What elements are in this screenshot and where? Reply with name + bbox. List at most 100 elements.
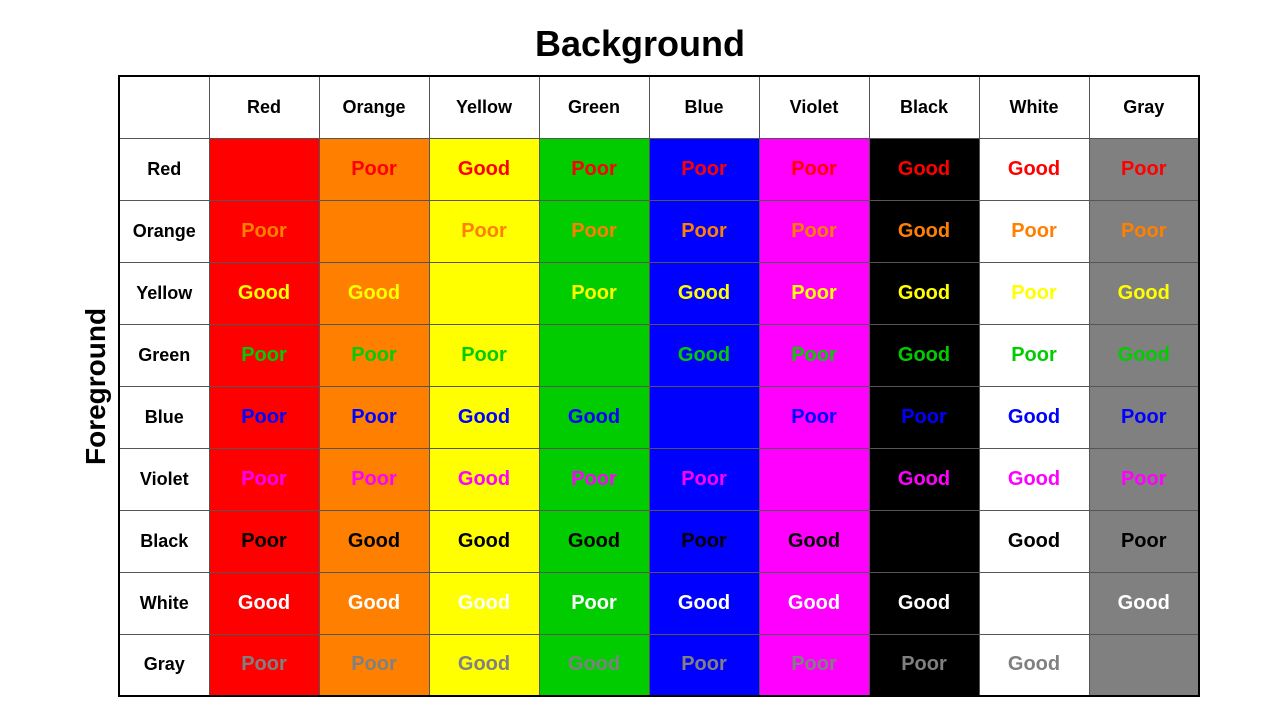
cell-text: Good: [568, 406, 620, 428]
cell-text: Poor: [791, 406, 837, 428]
cell-yellow-blue: Good: [649, 262, 759, 324]
cell-red-violet: Poor: [759, 138, 869, 200]
cell-text: Good: [1008, 530, 1060, 552]
cell-white-blue: Good: [649, 572, 759, 634]
cell-black-orange: Good: [319, 510, 429, 572]
table-row: RedPoorGoodPoorPoorPoorGoodGoodPoor: [119, 138, 1199, 200]
cell-white-red: Good: [209, 572, 319, 634]
cell-white-violet: Good: [759, 572, 869, 634]
cell-gray-green: Good: [539, 634, 649, 696]
cell-gray-blue: Poor: [649, 634, 759, 696]
cell-text: Good: [1008, 406, 1060, 428]
cell-text: Poor: [241, 220, 287, 242]
row-header-yellow: Yellow: [119, 262, 209, 324]
cell-white-black: Good: [869, 572, 979, 634]
col-header-black: Black: [869, 76, 979, 138]
cell-text: Poor: [1121, 530, 1167, 552]
cell-black-blue: Poor: [649, 510, 759, 572]
cell-text: Poor: [351, 468, 397, 490]
cell-violet-orange: Poor: [319, 448, 429, 510]
cell-text: Good: [788, 530, 840, 552]
cell-text: Good: [238, 282, 290, 304]
cell-gray-orange: Poor: [319, 634, 429, 696]
row-header-black: Black: [119, 510, 209, 572]
cell-violet-violet: [759, 448, 869, 510]
cell-blue-violet: Poor: [759, 386, 869, 448]
cell-green-green: [539, 324, 649, 386]
cell-blue-black: Poor: [869, 386, 979, 448]
cell-text: Poor: [901, 406, 947, 428]
cell-text: Good: [458, 653, 510, 675]
cell-white-green: Poor: [539, 572, 649, 634]
row-header-orange: Orange: [119, 200, 209, 262]
cell-blue-gray: Poor: [1089, 386, 1199, 448]
cell-green-white: Poor: [979, 324, 1089, 386]
cell-yellow-orange: Good: [319, 262, 429, 324]
cell-green-red: Poor: [209, 324, 319, 386]
cell-red-white: Good: [979, 138, 1089, 200]
cell-black-gray: Poor: [1089, 510, 1199, 572]
cell-text: Poor: [571, 282, 617, 304]
cell-text: Good: [238, 592, 290, 614]
cell-text: Poor: [1011, 220, 1057, 242]
cell-text: Good: [678, 282, 730, 304]
cell-orange-gray: Poor: [1089, 200, 1199, 262]
outer-table-wrap: Foreground RedOrangeYellowGreenBlueViole…: [80, 75, 1200, 697]
cell-text: Poor: [681, 158, 727, 180]
cell-text: Poor: [1011, 282, 1057, 304]
cell-blue-green: Good: [539, 386, 649, 448]
cell-text: Good: [788, 592, 840, 614]
table-row: WhiteGoodGoodGoodPoorGoodGoodGoodGood: [119, 572, 1199, 634]
cell-gray-white: Good: [979, 634, 1089, 696]
cell-text: Good: [568, 530, 620, 552]
table-row: OrangePoorPoorPoorPoorPoorGoodPoorPoor: [119, 200, 1199, 262]
cell-yellow-white: Poor: [979, 262, 1089, 324]
cell-blue-orange: Poor: [319, 386, 429, 448]
cell-yellow-red: Good: [209, 262, 319, 324]
cell-text: Good: [458, 530, 510, 552]
row-header-blue: Blue: [119, 386, 209, 448]
cell-text: Poor: [241, 344, 287, 366]
cell-text: Poor: [1011, 344, 1057, 366]
cell-text: Poor: [791, 653, 837, 675]
cell-green-gray: Good: [1089, 324, 1199, 386]
table-row: GrayPoorPoorGoodGoodPoorPoorPoorGood: [119, 634, 1199, 696]
cell-orange-violet: Poor: [759, 200, 869, 262]
cell-black-white: Good: [979, 510, 1089, 572]
cell-text: Poor: [241, 653, 287, 675]
col-header-yellow: Yellow: [429, 76, 539, 138]
cell-yellow-green: Poor: [539, 262, 649, 324]
cell-red-gray: Poor: [1089, 138, 1199, 200]
cell-text: Good: [348, 282, 400, 304]
cell-text: Good: [458, 468, 510, 490]
col-header-orange: Orange: [319, 76, 429, 138]
cell-text: Poor: [791, 158, 837, 180]
cell-text: Good: [1008, 468, 1060, 490]
cell-green-black: Good: [869, 324, 979, 386]
row-header-violet: Violet: [119, 448, 209, 510]
cell-black-violet: Good: [759, 510, 869, 572]
cell-orange-orange: [319, 200, 429, 262]
col-header-blue: Blue: [649, 76, 759, 138]
row-header-green: Green: [119, 324, 209, 386]
cell-text: Good: [898, 158, 950, 180]
page-wrapper: Background Foreground RedOrangeYellowGre…: [10, 23, 1270, 697]
cell-text: Good: [898, 220, 950, 242]
cell-text: Good: [898, 344, 950, 366]
cell-text: Poor: [901, 653, 947, 675]
cell-text: Poor: [461, 344, 507, 366]
cell-text: Good: [1008, 653, 1060, 675]
cell-blue-red: Poor: [209, 386, 319, 448]
foreground-label: Foreground: [80, 106, 112, 666]
cell-red-yellow: Good: [429, 138, 539, 200]
cell-text: Poor: [571, 158, 617, 180]
cell-text: Good: [348, 530, 400, 552]
cell-red-blue: Poor: [649, 138, 759, 200]
cell-text: Poor: [351, 653, 397, 675]
cell-violet-white: Good: [979, 448, 1089, 510]
col-header-violet: Violet: [759, 76, 869, 138]
main-title: Background: [535, 23, 745, 65]
cell-text: Good: [458, 158, 510, 180]
color-contrast-table: RedOrangeYellowGreenBlueVioletBlackWhite…: [118, 75, 1200, 697]
cell-violet-gray: Poor: [1089, 448, 1199, 510]
